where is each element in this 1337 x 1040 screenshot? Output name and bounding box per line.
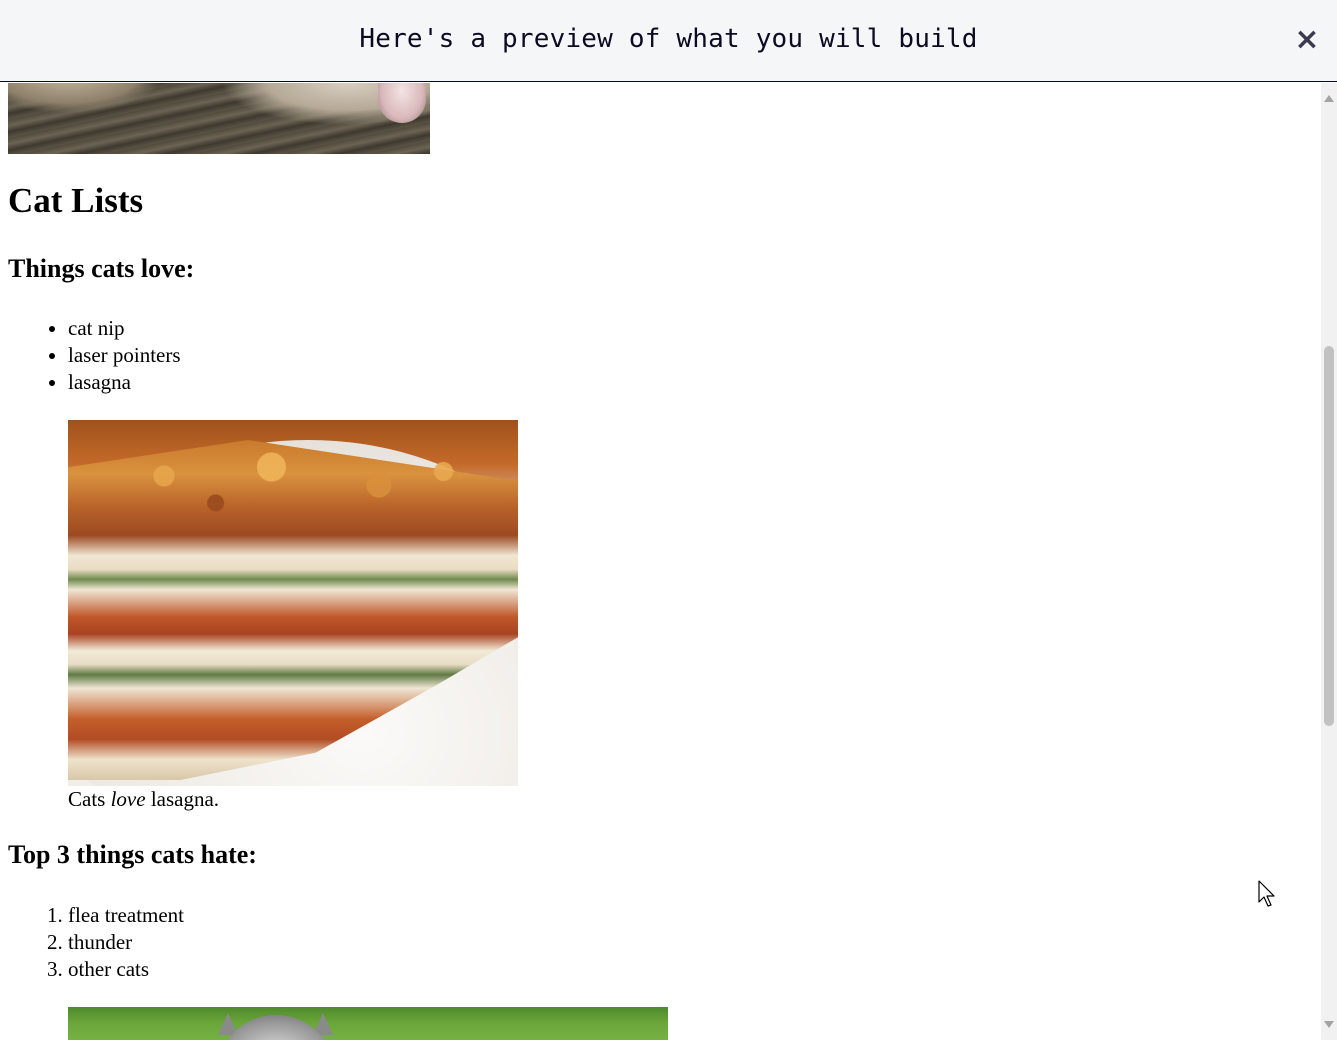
list-item: flea treatment bbox=[68, 902, 184, 929]
section-title: Cat Lists bbox=[8, 181, 144, 220]
list-item: laser pointers bbox=[68, 342, 181, 369]
preview-content[interactable]: Cat Lists Things cats love: cat nip lase… bbox=[0, 83, 1321, 1040]
love-list: cat nip laser pointers lasagna bbox=[8, 315, 181, 396]
list-item: other cats bbox=[68, 956, 184, 983]
scroll-up-arrow-icon[interactable] bbox=[1324, 95, 1334, 102]
kitten-image bbox=[68, 1007, 668, 1040]
scroll-thumb[interactable] bbox=[1324, 346, 1334, 726]
caption-emphasis: love bbox=[110, 787, 146, 811]
love-list-heading: Things cats love: bbox=[8, 254, 195, 283]
lasagna-figure: Cats love lasagna. bbox=[68, 420, 518, 813]
banner-title: Here's a preview of what you will build bbox=[359, 24, 978, 54]
list-item: thunder bbox=[68, 929, 184, 956]
cat-photo bbox=[8, 83, 430, 154]
lasagna-crust bbox=[78, 440, 508, 530]
list-item: lasagna bbox=[68, 369, 181, 396]
lasagna-image bbox=[68, 420, 518, 786]
mouse-pointer-icon bbox=[1258, 880, 1275, 907]
preview-banner: Here's a preview of what you will build … bbox=[0, 0, 1337, 82]
vertical-scrollbar[interactable] bbox=[1321, 83, 1337, 1040]
close-icon[interactable]: × bbox=[1293, 22, 1321, 58]
caption-suffix: lasagna. bbox=[145, 787, 220, 811]
scroll-down-arrow-icon[interactable] bbox=[1324, 1021, 1334, 1028]
hate-list-heading: Top 3 things cats hate: bbox=[8, 840, 257, 869]
lasagna-caption: Cats love lasagna. bbox=[68, 786, 518, 813]
caption-prefix: Cats bbox=[68, 787, 111, 811]
cat-paw bbox=[378, 83, 426, 123]
list-item: cat nip bbox=[68, 315, 181, 342]
hate-list: flea treatment thunder other cats bbox=[8, 902, 184, 983]
